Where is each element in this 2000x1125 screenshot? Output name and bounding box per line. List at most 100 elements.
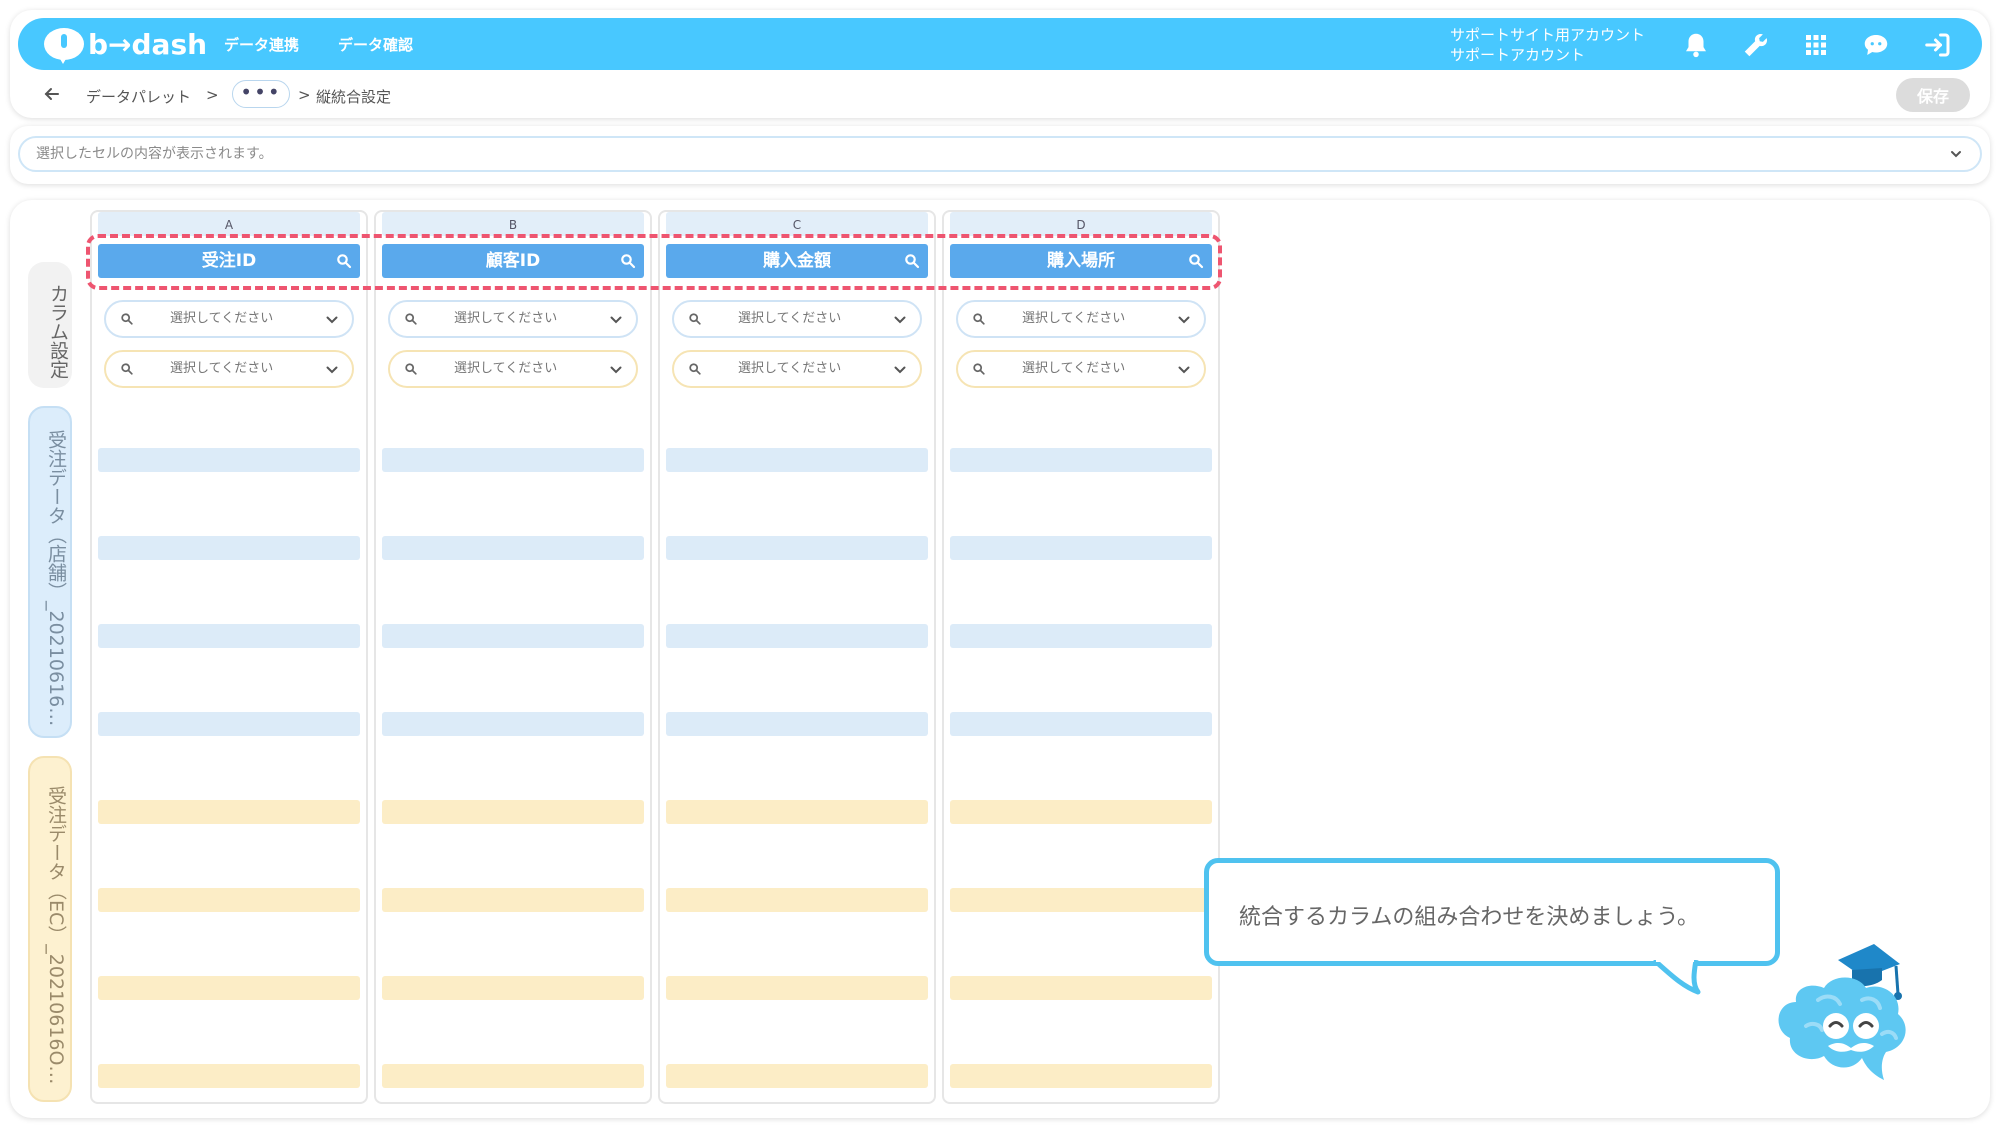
select-placeholder: 選択してください <box>454 361 558 376</box>
column-header[interactable]: 受注ID <box>98 244 360 278</box>
search-icon <box>973 313 985 325</box>
grid-icon[interactable] <box>1800 30 1832 60</box>
logo-text: b→dash <box>88 27 208 61</box>
logo-mark-icon <box>44 28 84 64</box>
search-icon <box>689 313 701 325</box>
logo[interactable]: b→dash <box>44 24 207 64</box>
data-row-ec <box>382 800 644 824</box>
chevron-down-icon <box>894 316 906 324</box>
data-row-store <box>98 712 360 736</box>
search-icon[interactable] <box>904 253 920 269</box>
select-placeholder: 選択してください <box>1022 361 1126 376</box>
chevron-down-icon[interactable] <box>1948 146 1964 162</box>
data-row-store <box>666 712 928 736</box>
column-header[interactable]: 購入金額 <box>666 244 928 278</box>
mapping-select-ec[interactable]: 選択してください <box>672 350 922 388</box>
mapping-select-store[interactable]: 選択してください <box>956 300 1206 338</box>
search-icon <box>405 313 417 325</box>
select-placeholder: 選択してください <box>738 361 842 376</box>
arrow-left-icon[interactable] <box>42 84 62 104</box>
mapping-select-store[interactable]: 選択してください <box>388 300 638 338</box>
tab-source-store[interactable]: 受注データ（店舗）_20210616… <box>28 406 72 738</box>
search-icon <box>405 363 417 375</box>
chat-icon[interactable] <box>1860 30 1892 60</box>
chevron-down-icon <box>326 366 338 374</box>
column-name: 受注ID <box>201 251 257 271</box>
data-row-ec <box>950 1064 1212 1088</box>
chevron-down-icon <box>326 316 338 324</box>
select-placeholder: 選択してください <box>170 361 274 376</box>
data-row-store <box>382 448 644 472</box>
column-letter: C <box>666 212 928 236</box>
select-placeholder: 選択してください <box>738 311 842 326</box>
chevron-down-icon <box>894 366 906 374</box>
data-row-store <box>98 624 360 648</box>
search-icon[interactable] <box>336 253 352 269</box>
data-row-store <box>98 536 360 560</box>
column-header[interactable]: 購入場所 <box>950 244 1212 278</box>
breadcrumb-separator: > <box>206 86 219 104</box>
nav-data-check[interactable]: データ確認 <box>338 34 413 55</box>
select-placeholder: 選択してください <box>1022 311 1126 326</box>
account-user: サポートアカウント <box>1450 46 1586 64</box>
data-row-store <box>666 448 928 472</box>
data-row-ec <box>382 1064 644 1088</box>
tab-column-settings[interactable]: カラム設定 <box>28 262 72 388</box>
column-letter: B <box>382 212 644 236</box>
column-header[interactable]: 顧客ID <box>382 244 644 278</box>
mapping-select-ec[interactable]: 選択してください <box>956 350 1206 388</box>
chevron-down-icon <box>1178 316 1190 324</box>
data-row-store <box>382 624 644 648</box>
tab-source-ec[interactable]: 受注データ（EC）_20210616O… <box>28 756 72 1102</box>
data-row-ec <box>382 976 644 1000</box>
search-icon <box>121 313 133 325</box>
logout-icon[interactable] <box>1922 30 1954 60</box>
chevron-down-icon <box>1178 366 1190 374</box>
column-panel-b: B 顧客ID 選択してください 選択してください <box>374 210 652 1104</box>
column-name: 購入場所 <box>1047 251 1115 271</box>
breadcrumb-data-palette[interactable]: データパレット <box>86 86 191 107</box>
column-letter: A <box>98 212 360 236</box>
data-row-ec <box>98 1064 360 1088</box>
data-row-store <box>382 536 644 560</box>
mascot-icon <box>1778 944 1906 1080</box>
mapping-select-store[interactable]: 選択してください <box>104 300 354 338</box>
data-row-store <box>666 624 928 648</box>
search-icon[interactable] <box>1188 253 1204 269</box>
mapping-select-ec[interactable]: 選択してください <box>388 350 638 388</box>
bell-icon[interactable] <box>1680 30 1712 60</box>
search-icon[interactable] <box>620 253 636 269</box>
breadcrumb-more-button[interactable]: ••• <box>232 80 290 108</box>
cell-content-field[interactable]: 選択したセルの内容が表示されます。 <box>18 136 1982 172</box>
data-row-store <box>950 448 1212 472</box>
nav-data-integration[interactable]: データ連携 <box>224 34 299 55</box>
column-panel-a: A 受注ID 選択してください 選択してください <box>90 210 368 1104</box>
data-row-store <box>950 712 1212 736</box>
data-row-ec <box>666 800 928 824</box>
search-icon <box>973 363 985 375</box>
save-button[interactable]: 保存 <box>1896 78 1970 112</box>
top-card: b→dash データ連携 データ確認 サポートサイト用アカウント サポートアカウ… <box>10 10 1990 118</box>
data-row-store <box>950 624 1212 648</box>
mapping-select-ec[interactable]: 選択してください <box>104 350 354 388</box>
breadcrumb: データパレット > ••• > 縦統合設定 保存 <box>10 78 1990 112</box>
tutorial-tooltip: 統合するカラムの組み合わせを決めましょう。 <box>1204 858 1780 966</box>
column-letter: D <box>950 212 1212 236</box>
data-row-store <box>382 712 644 736</box>
search-icon <box>689 363 701 375</box>
chevron-down-icon <box>610 316 622 324</box>
wrench-icon[interactable] <box>1740 30 1772 60</box>
mapping-select-store[interactable]: 選択してください <box>672 300 922 338</box>
data-row-ec <box>950 888 1212 912</box>
column-panel-d: D 購入場所 選択してください 選択してください <box>942 210 1220 1104</box>
cell-content-card: 選択したセルの内容が表示されます。 <box>10 126 1990 184</box>
account-info[interactable]: サポートサイト用アカウント サポートアカウント <box>1450 25 1645 65</box>
data-row-store <box>666 536 928 560</box>
data-row-ec <box>98 888 360 912</box>
data-row-ec <box>666 888 928 912</box>
data-row-ec <box>666 1064 928 1088</box>
select-placeholder: 選択してください <box>454 311 558 326</box>
column-name: 顧客ID <box>485 251 541 271</box>
data-row-ec <box>666 976 928 1000</box>
chevron-down-icon <box>610 366 622 374</box>
